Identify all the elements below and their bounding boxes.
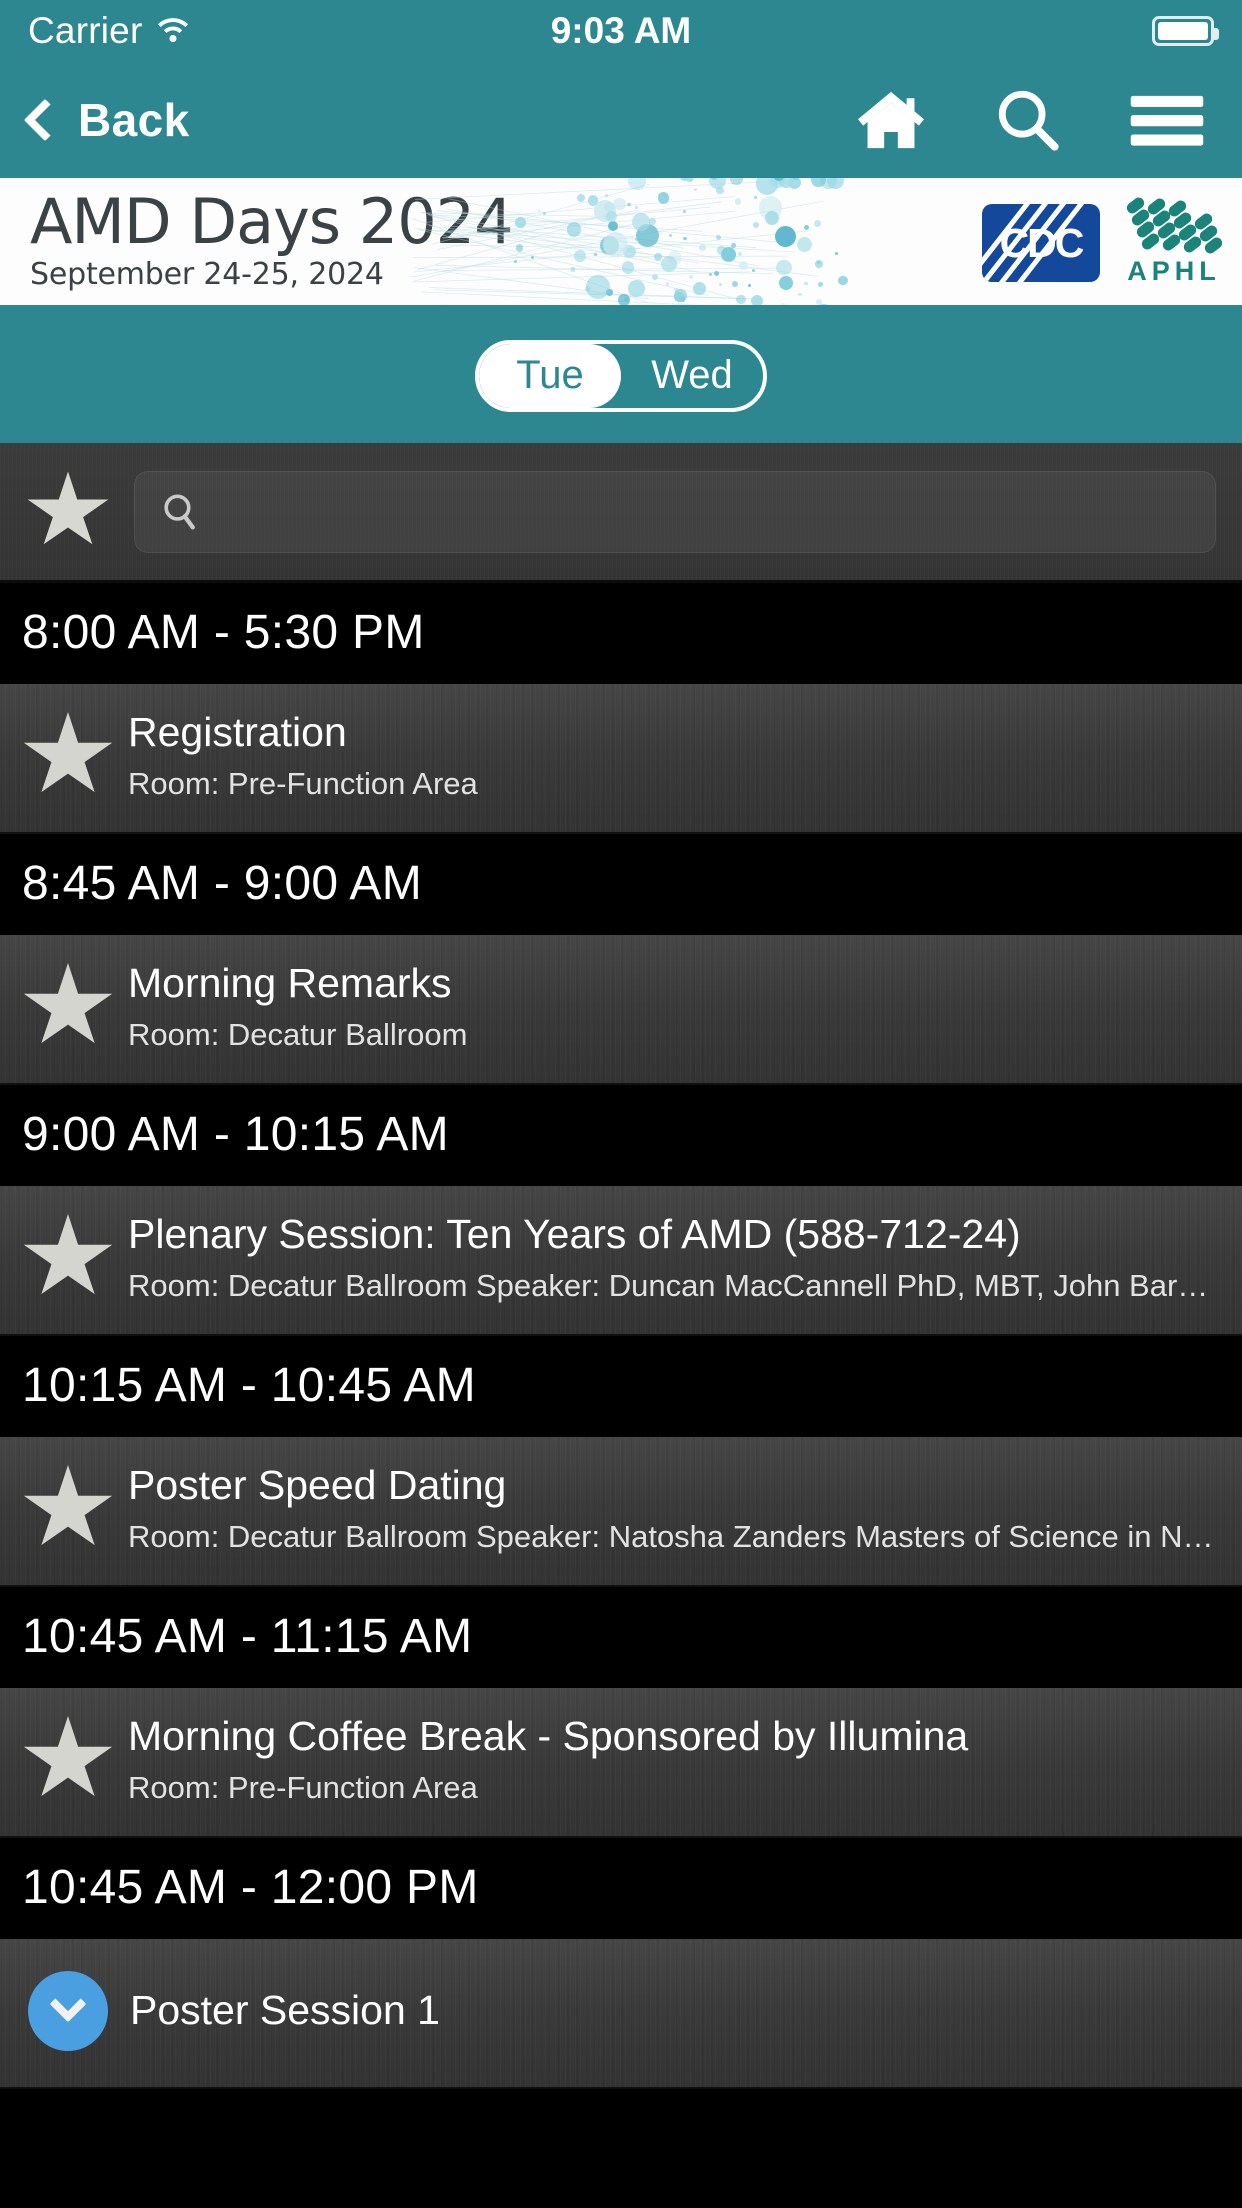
time-slot-header: 8:00 AM - 5:30 PM: [0, 583, 1242, 684]
favorite-star-icon[interactable]: [23, 1465, 113, 1546]
favorites-filter-star-icon[interactable]: [27, 471, 109, 545]
favorite-star-icon[interactable]: [23, 712, 113, 793]
home-icon[interactable]: [854, 87, 928, 153]
day-selector-bar: Tue Wed: [0, 308, 1242, 443]
time-slot-header: 10:45 AM - 12:00 PM: [0, 1838, 1242, 1939]
session-title: Morning Remarks: [128, 961, 452, 1007]
session-body: Registration Room: Pre-Function Area: [128, 710, 1220, 802]
search-icon[interactable]: [994, 86, 1062, 154]
session-title: Poster Speed Dating: [128, 1463, 507, 1509]
favorite-star-icon[interactable]: [23, 1214, 113, 1295]
cdc-logo: CDC: [982, 204, 1100, 282]
time-slot-header: 9:00 AM - 10:15 AM: [0, 1085, 1242, 1186]
day-tab-tue[interactable]: Tue: [479, 343, 621, 408]
session-meta: Room: Decatur Ballroom Speaker: Natosha …: [128, 1519, 1220, 1555]
favorite-star-icon[interactable]: [23, 963, 113, 1044]
day-tab-wed[interactable]: Wed: [621, 344, 763, 408]
back-button[interactable]: Back: [23, 93, 190, 147]
aphl-grain-graphic: [1124, 194, 1225, 256]
session-body: Plenary Session: Ten Years of AMD (588-7…: [128, 1212, 1220, 1304]
sponsor-logos: CDC APHL: [982, 178, 1225, 305]
search-icon: [161, 492, 199, 532]
session-row[interactable]: Plenary Session: Ten Years of AMD (588-7…: [0, 1186, 1242, 1336]
session-row[interactable]: Morning Coffee Break - Sponsored by Illu…: [0, 1688, 1242, 1838]
status-bar-left: Carrier: [28, 10, 190, 52]
chevron-down-circle-icon[interactable]: [28, 1971, 108, 2051]
session-row[interactable]: Poster Session 1: [0, 1939, 1242, 2089]
session-meta: Room: Decatur Ballroom: [128, 1017, 468, 1053]
filter-bar: [0, 443, 1242, 583]
session-meta: Room: Decatur Ballroom Speaker: Duncan M…: [128, 1268, 1220, 1304]
session-meta: Room: Pre-Function Area: [128, 1770, 478, 1806]
favorite-star-icon[interactable]: [23, 1716, 113, 1797]
session-row[interactable]: Poster Speed Dating Room: Decatur Ballroo…: [0, 1437, 1242, 1587]
session-meta: Room: Pre-Function Area: [128, 766, 478, 802]
session-title: Plenary Session: Ten Years of AMD (588-7…: [128, 1212, 1021, 1258]
aphl-logo-text: APHL: [1127, 255, 1221, 286]
status-bar: Carrier 9:03 AM: [0, 0, 1242, 62]
battery-icon: [1152, 16, 1219, 46]
session-title: Poster Session 1: [130, 1988, 440, 2034]
search-field-container[interactable]: [134, 470, 1216, 553]
session-body: Morning Remarks Room: Decatur Ballroom: [128, 961, 1220, 1053]
time-slot-header: 10:15 AM - 10:45 AM: [0, 1336, 1242, 1437]
schedule-list: 8:00 AM - 5:30 PM Registration Room: Pre-F…: [0, 583, 1242, 2089]
day-segmented-control[interactable]: Tue Wed: [475, 339, 767, 412]
chevron-left-icon: [23, 98, 67, 142]
session-body: Morning Coffee Break - Sponsored by Illu…: [128, 1714, 1220, 1806]
hamburger-menu-icon[interactable]: [1128, 91, 1206, 149]
molecule-graphic: [380, 178, 860, 305]
session-body: Poster Speed Dating Room: Decatur Ballroo…: [128, 1463, 1220, 1555]
aphl-logo: APHL: [1124, 194, 1225, 287]
session-body: Poster Session 1: [130, 1988, 1220, 2034]
wifi-icon: [156, 14, 190, 49]
status-bar-right: [1152, 16, 1219, 46]
session-row[interactable]: Morning Remarks Room: Decatur Ballroom: [0, 935, 1242, 1085]
event-banner: AMD Days 2024 September 24-25, 2024 CDC …: [0, 178, 1242, 308]
time-slot-header: 10:45 AM - 11:15 AM: [0, 1587, 1242, 1688]
navigation-actions: [854, 86, 1212, 154]
back-button-label: Back: [78, 94, 190, 146]
session-title: Registration: [128, 710, 347, 756]
time-slot-header: 8:45 AM - 9:00 AM: [0, 834, 1242, 935]
navigation-bar: Back: [0, 62, 1242, 178]
cdc-logo-text: CDC: [999, 219, 1085, 266]
session-title: Morning Coffee Break - Sponsored by Illu…: [128, 1714, 969, 1760]
search-input[interactable]: [215, 492, 1189, 531]
carrier-label: Carrier: [28, 10, 143, 51]
session-row[interactable]: Registration Room: Pre-Function Area: [0, 684, 1242, 834]
